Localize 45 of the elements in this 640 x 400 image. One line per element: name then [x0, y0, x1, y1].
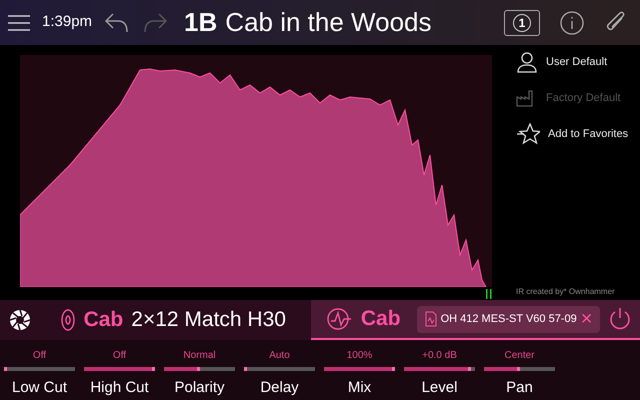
param-value: Off — [32, 349, 46, 362]
block-type: Cab — [84, 307, 124, 334]
menu-item[interactable]: User Default — [546, 54, 608, 70]
star-icon — [516, 123, 540, 145]
param-value: Auto — [269, 349, 290, 362]
redo-icon[interactable] — [142, 12, 168, 34]
block-model: 2×12 Match H30 — [131, 307, 286, 334]
level-meter-icon — [486, 289, 492, 299]
ir-file-name: OH 412 MES-ST V60 57-09 — [440, 312, 577, 327]
clock-time: 1:39pm — [42, 12, 92, 32]
menu-icon[interactable] — [8, 14, 30, 32]
param-name: Delay — [260, 378, 299, 398]
aperture-icon[interactable] — [8, 309, 31, 331]
ir-speaker-icon — [326, 307, 353, 331]
slider-fill[interactable] — [244, 367, 247, 371]
slider-fill[interactable] — [404, 367, 472, 371]
slider-fill[interactable] — [324, 367, 395, 371]
menu-item[interactable]: Add to Favorites — [548, 126, 628, 142]
slider-fill[interactable] — [164, 367, 200, 371]
param-name: Level — [422, 378, 458, 398]
param-name: Pan — [506, 378, 533, 398]
ir-credit: IR created by* Ownhammer — [516, 286, 615, 298]
param-value: Normal — [183, 349, 216, 362]
person-icon — [516, 51, 538, 73]
undo-icon[interactable] — [104, 12, 130, 34]
slider-fill[interactable] — [4, 367, 7, 371]
param-value: 100% — [346, 349, 372, 362]
param-value: Center — [504, 349, 534, 362]
slider-fill[interactable] — [84, 367, 155, 371]
snapshot-number: 1 — [513, 14, 531, 32]
param-name: Polarity — [174, 378, 225, 398]
param-name: High Cut — [90, 378, 149, 398]
block-tab[interactable]: Cab 2×12 Match H30 — [40, 300, 311, 340]
slider-fill[interactable] — [484, 367, 520, 371]
file-icon — [424, 311, 437, 327]
info-icon[interactable] — [560, 10, 584, 34]
preset-name[interactable]: Cab in the Woods — [225, 3, 432, 42]
param-value: +0.0 dB — [422, 349, 457, 362]
param-name: Mix — [348, 378, 372, 398]
param-name: Low Cut — [12, 378, 68, 398]
snapshot-button[interactable]: 1 — [504, 10, 540, 36]
power-icon[interactable] — [609, 307, 632, 331]
param-value: Off — [112, 349, 126, 362]
block-type: Cab — [360, 306, 401, 332]
preset-id: 1B — [184, 6, 218, 39]
